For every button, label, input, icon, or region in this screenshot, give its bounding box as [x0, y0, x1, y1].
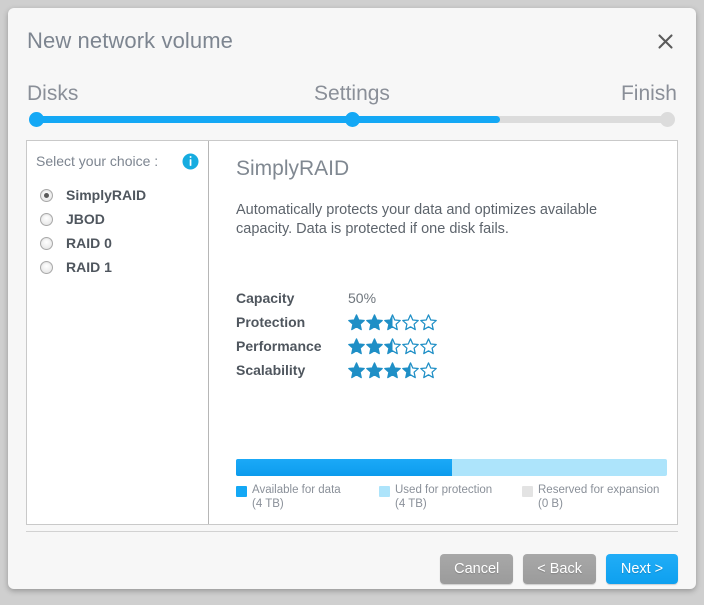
radio-button[interactable]: [40, 236, 53, 250]
metric-label: Performance: [236, 338, 322, 354]
raid-choice-list: SimplyRAID JBOD RAID 0 RAID 1: [27, 183, 208, 279]
star-half-icon: [384, 337, 401, 354]
star-empty-icon: [402, 337, 419, 354]
star-rating: [348, 361, 437, 379]
capacity-legend-item: Reserved for expansion (0 B): [522, 483, 665, 511]
raid-option-raid-1[interactable]: RAID 1: [27, 255, 208, 279]
star-full-icon: [348, 337, 365, 354]
content-panel: Select your choice : SimplyRAID JBOD RAID …: [26, 140, 678, 525]
back-button[interactable]: < Back: [523, 554, 596, 584]
metric-row: Performance: [236, 334, 496, 358]
choice-column: Select your choice : SimplyRAID JBOD RAID …: [27, 141, 209, 524]
star-full-icon: [384, 361, 401, 378]
star-rating: [348, 337, 437, 355]
star-half-icon: [402, 361, 419, 378]
step-label-disks: Disks: [27, 82, 79, 105]
cancel-button[interactable]: Cancel: [440, 554, 514, 584]
raid-option-label: RAID 0: [66, 235, 112, 251]
legend-swatch: [522, 486, 533, 497]
metric-label: Protection: [236, 314, 306, 330]
detail-title: SimplyRAID: [236, 157, 350, 180]
capacity-available-segment: [236, 459, 452, 476]
metric-label: Capacity: [236, 290, 295, 306]
dialog-title: New network volume: [27, 28, 233, 53]
star-full-icon: [348, 361, 365, 378]
star-rating: [348, 313, 437, 331]
capacity-bar: [236, 459, 667, 476]
capacity-section: Available for data (4 TB) Used for protect…: [236, 459, 667, 511]
raid-option-jbod[interactable]: JBOD: [27, 207, 208, 231]
legend-text: Used for protection (4 TB): [395, 483, 492, 511]
legend-swatch: [379, 486, 390, 497]
legend-text: Reserved for expansion (0 B): [538, 483, 659, 511]
step-label-settings: Settings: [314, 82, 390, 105]
star-full-icon: [366, 313, 383, 330]
star-half-icon: [384, 313, 401, 330]
metric-value: 50%: [348, 290, 377, 306]
next-button[interactable]: Next >: [606, 554, 678, 584]
capacity-legend: Available for data (4 TB) Used for protect…: [236, 483, 667, 511]
step-dot-settings[interactable]: [345, 112, 360, 127]
radio-button[interactable]: [40, 188, 53, 202]
detail-description: Automatically protects your data and opt…: [236, 202, 598, 237]
metric-row: Capacity 50%: [236, 286, 496, 310]
star-empty-icon: [420, 337, 437, 354]
new-network-volume-dialog: New network volume Disks Settings Finish…: [8, 8, 696, 589]
star-empty-icon: [420, 313, 437, 330]
choice-heading: Select your choice :: [36, 153, 159, 169]
raid-option-simplyraid[interactable]: SimplyRAID: [27, 183, 208, 207]
legend-title: Available for data: [252, 484, 341, 496]
legend-size: (4 TB): [395, 498, 427, 510]
star-full-icon: [366, 337, 383, 354]
star-full-icon: [366, 361, 383, 378]
capacity-legend-item: Used for protection (4 TB): [379, 483, 522, 511]
metric-row: Scalability: [236, 358, 496, 382]
star-full-icon: [348, 313, 365, 330]
star-empty-icon: [420, 361, 437, 378]
raid-option-raid-0[interactable]: RAID 0: [27, 231, 208, 255]
metric-label: Scalability: [236, 362, 306, 378]
metric-row: Protection: [236, 310, 496, 334]
info-icon[interactable]: [182, 153, 199, 170]
wizard-stepper: Disks Settings Finish: [8, 74, 696, 132]
detail-column: SimplyRAID Automatically protects your d…: [210, 141, 677, 524]
stepper-track: [29, 112, 675, 127]
legend-text: Available for data (4 TB): [252, 483, 341, 511]
radio-button[interactable]: [40, 212, 53, 226]
metrics-list: Capacity 50% Protection Performance Scalabil…: [236, 286, 496, 382]
footer-buttons: Cancel < Back Next >: [440, 554, 678, 584]
raid-option-label: JBOD: [66, 211, 105, 227]
capacity-legend-item: Available for data (4 TB): [236, 483, 379, 511]
raid-option-label: SimplyRAID: [66, 187, 147, 203]
legend-title: Reserved for expansion: [538, 484, 660, 496]
dialog-header: New network volume: [8, 8, 696, 74]
stepper-progress-fill: [31, 116, 500, 123]
step-label-finish: Finish: [620, 82, 677, 105]
radio-button[interactable]: [40, 260, 53, 274]
legend-title: Used for protection: [395, 484, 493, 496]
step-dot-finish[interactable]: [660, 112, 675, 127]
raid-option-label: RAID 1: [66, 259, 112, 275]
step-dot-disks[interactable]: [29, 112, 44, 127]
legend-swatch: [236, 486, 247, 497]
star-empty-icon: [402, 313, 419, 330]
legend-size: (0 B): [538, 498, 563, 510]
legend-size: (4 TB): [252, 498, 284, 510]
close-icon[interactable]: [650, 26, 680, 56]
footer-divider: [26, 531, 678, 532]
